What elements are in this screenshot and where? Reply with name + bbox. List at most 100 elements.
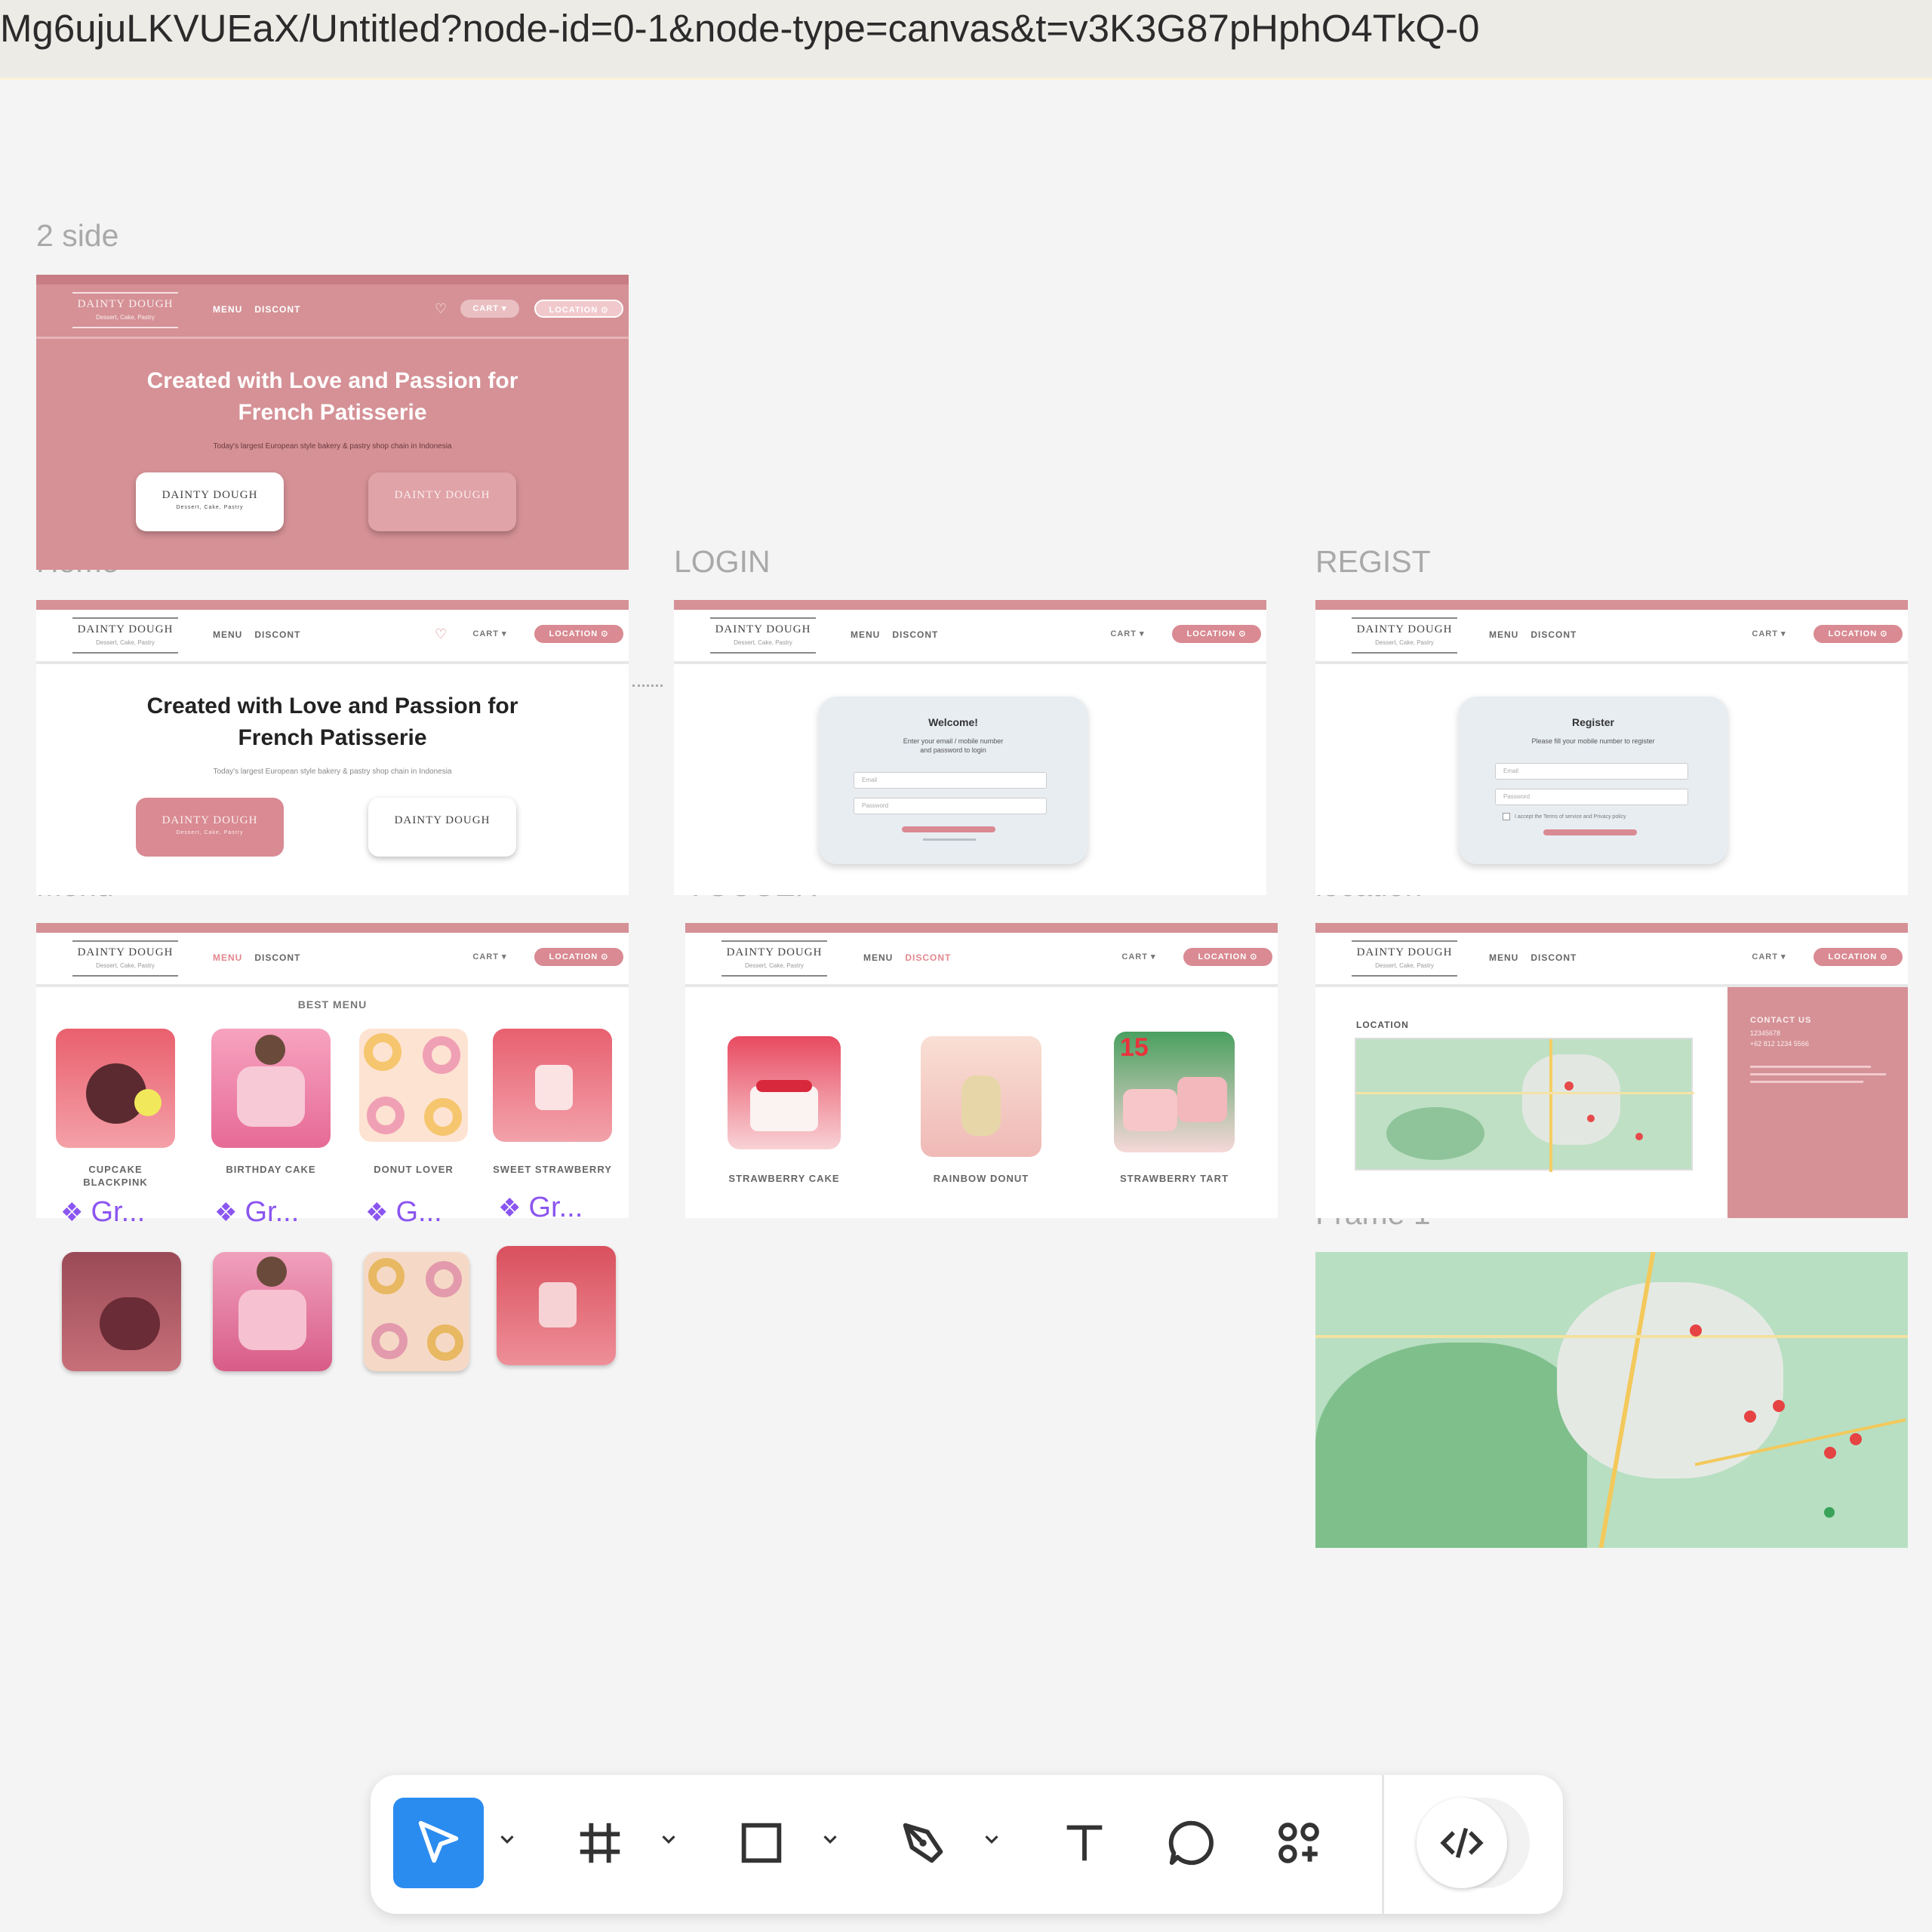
map-pin-icon[interactable]	[1850, 1433, 1862, 1445]
location-button[interactable]: LOCATION ⊙	[1814, 625, 1903, 643]
nav-menu-link[interactable]: MENU	[1489, 629, 1518, 640]
cart-button[interactable]: CART ▾	[1109, 948, 1168, 966]
prototype-connector	[632, 685, 663, 687]
heart-icon[interactable]: ♡	[435, 626, 447, 642]
chevron-down-icon[interactable]	[496, 1828, 518, 1850]
frame-menu[interactable]: DAINTY DOUGH Dessert, Cake, Pastry MENU …	[36, 923, 629, 1218]
nav-discount-link[interactable]: DISCONT	[254, 304, 300, 315]
cart-button[interactable]: CART ▾	[1740, 625, 1798, 643]
location-button[interactable]: LOCATION ⊙	[534, 300, 623, 318]
cart-button[interactable]: CART ▾	[460, 625, 519, 643]
comment-tool[interactable]	[1146, 1798, 1237, 1888]
address-bar[interactable]: Mg6ujuLKVUEaX/Untitled?node-id=0-1&node-…	[0, 0, 1932, 80]
frame-voucer[interactable]: DAINTY DOUGH Dessert, Cake, Pastry MENU …	[685, 923, 1278, 1218]
rectangle-tool[interactable]	[716, 1798, 807, 1888]
embedded-map[interactable]	[1355, 1038, 1694, 1172]
location-button[interactable]: LOCATION ⊙	[1172, 625, 1261, 643]
voucher-hero-button[interactable]: DAINTY DOUGH	[368, 472, 516, 531]
location-button[interactable]: LOCATION ⊙	[1814, 948, 1903, 966]
text-tool[interactable]	[1039, 1798, 1130, 1888]
birthday-cake-component[interactable]	[213, 1252, 332, 1371]
email-field[interactable]: Email	[1495, 763, 1688, 780]
strawberry-image[interactable]	[493, 1029, 612, 1142]
cart-button[interactable]: CART ▾	[1098, 625, 1157, 643]
map-pin-icon[interactable]	[1690, 1324, 1702, 1337]
logo[interactable]: DAINTY DOUGH Dessert, Cake, Pastry	[710, 617, 816, 654]
nav-menu-link[interactable]: MENU	[863, 952, 893, 963]
menu-hero-button[interactable]: DAINTY DOUGH Dessert, Cake, Pastry	[136, 472, 284, 531]
logo[interactable]: DAINTY DOUGH Dessert, Cake, Pastry	[72, 292, 178, 328]
logo[interactable]: DAINTY DOUGH Dessert, Cake, Pastry	[72, 617, 178, 654]
strawberry-cake-voucher[interactable]	[728, 1036, 841, 1149]
nav-discount-link[interactable]: DISCONT	[254, 629, 300, 640]
strawberry-component[interactable]	[497, 1246, 616, 1365]
location-button[interactable]: LOCATION ⊙	[534, 625, 623, 643]
frame-location[interactable]: DAINTY DOUGH Dessert, Cake, Pastry MENU …	[1315, 923, 1908, 1218]
register-button[interactable]	[1543, 829, 1637, 835]
nav-discount-link[interactable]: DISCONT	[905, 952, 951, 963]
nav-discount-link[interactable]: DISCONT	[892, 629, 938, 640]
register-link[interactable]	[923, 838, 976, 841]
frame-home[interactable]: DAINTY DOUGH Dessert, Cake, Pastry MENU …	[36, 600, 629, 895]
chevron-down-icon[interactable]	[819, 1828, 841, 1850]
map-pin-icon[interactable]	[1824, 1507, 1835, 1518]
cupcake-component[interactable]	[62, 1252, 181, 1371]
map-pin-icon[interactable]	[1744, 1411, 1756, 1423]
component-group-label[interactable]: ❖ Gr...	[214, 1196, 299, 1229]
birthday-cake-image[interactable]	[211, 1029, 331, 1148]
frame-regist[interactable]: DAINTY DOUGH Dessert, Cake, Pastry MENU …	[1315, 600, 1908, 895]
frame-label-regist[interactable]: REGIST	[1315, 544, 1431, 580]
logo[interactable]: DAINTY DOUGH Dessert, Cake, Pastry	[72, 940, 178, 977]
cupcake-image[interactable]	[56, 1029, 175, 1148]
cart-button[interactable]: CART ▾	[460, 300, 519, 318]
nav-discount-link[interactable]: DISCONT	[1531, 629, 1577, 640]
donut-image[interactable]	[359, 1029, 468, 1142]
pen-tool[interactable]	[878, 1798, 968, 1888]
cart-button[interactable]: CART ▾	[1740, 948, 1798, 966]
frame-two-side[interactable]: DAINTY DOUGH Dessert, Cake, Pastry MENU …	[36, 275, 629, 570]
donut-component[interactable]	[364, 1252, 469, 1371]
frame-1-map[interactable]	[1315, 1252, 1908, 1548]
dev-mode-toggle[interactable]	[1417, 1798, 1530, 1888]
component-group-label[interactable]: ❖ Gr...	[60, 1196, 145, 1229]
actions-tool[interactable]	[1254, 1798, 1344, 1888]
frame-label-two-side[interactable]: 2 side	[36, 218, 118, 254]
nav-menu-link[interactable]: MENU	[851, 629, 880, 640]
location-button[interactable]: LOCATION ⊙	[1183, 948, 1272, 966]
chevron-down-icon[interactable]	[657, 1828, 680, 1850]
email-field[interactable]: Email	[854, 772, 1047, 789]
frame-label-login[interactable]: LOGIN	[674, 544, 771, 580]
heart-icon[interactable]: ♡	[435, 301, 447, 317]
url-text[interactable]: Mg6ujuLKVUEaX/Untitled?node-id=0-1&node-…	[0, 6, 1479, 51]
logo[interactable]: DAINTY DOUGH Dessert, Cake, Pastry	[1352, 940, 1457, 977]
menu-hero-button[interactable]: DAINTY DOUGH Dessert, Cake, Pastry	[136, 798, 284, 857]
nav-menu-link[interactable]: MENU	[213, 952, 242, 963]
component-group-label[interactable]: ❖ Gr...	[498, 1192, 583, 1224]
strawberry-tart-voucher[interactable]: 15	[1114, 1032, 1235, 1152]
top-stripe	[685, 923, 1278, 933]
logo[interactable]: DAINTY DOUGH Dessert, Cake, Pastry	[1352, 617, 1457, 654]
nav-menu-link[interactable]: MENU	[213, 629, 242, 640]
nav-menu-link[interactable]: MENU	[213, 304, 242, 315]
map-pin-icon[interactable]	[1824, 1447, 1836, 1459]
cart-button[interactable]: CART ▾	[460, 948, 519, 966]
voucher-hero-button[interactable]: DAINTY DOUGH	[368, 798, 516, 857]
chevron-down-icon[interactable]	[980, 1828, 1003, 1850]
frame-tool[interactable]	[555, 1798, 645, 1888]
rainbow-donut-voucher[interactable]	[921, 1036, 1041, 1157]
frame-login[interactable]: DAINTY DOUGH Dessert, Cake, Pastry MENU …	[674, 600, 1266, 895]
nav-discount-link[interactable]: DISCONT	[254, 952, 300, 963]
map-pin-icon[interactable]	[1773, 1400, 1785, 1412]
password-field[interactable]: Password	[1495, 789, 1688, 805]
login-button[interactable]	[902, 826, 995, 832]
move-tool[interactable]	[393, 1798, 484, 1888]
location-button[interactable]: LOCATION ⊙	[534, 948, 623, 966]
design-canvas[interactable]: 2 side Home LOGIN REGIST Menu VOUCER loc…	[0, 82, 1932, 1932]
logo[interactable]: DAINTY DOUGH Dessert, Cake, Pastry	[721, 940, 827, 977]
terms-checkbox[interactable]	[1503, 813, 1510, 820]
dev-mode-knob[interactable]	[1417, 1798, 1507, 1888]
password-field[interactable]: Password	[854, 798, 1047, 814]
component-group-label[interactable]: ❖ G...	[365, 1196, 442, 1229]
nav-menu-link[interactable]: MENU	[1489, 952, 1518, 963]
nav-discount-link[interactable]: DISCONT	[1531, 952, 1577, 963]
